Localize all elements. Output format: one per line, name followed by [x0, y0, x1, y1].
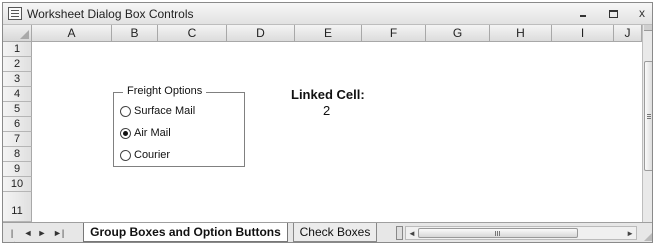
- option-label: Courier: [134, 149, 171, 161]
- first-sheet-icon[interactable]: |◄: [7, 228, 17, 242]
- excel-window: Worksheet Dialog Box Controls x A B C D …: [2, 2, 653, 243]
- column-header-f[interactable]: F: [362, 25, 426, 42]
- vertical-scroll-thumb[interactable]: [644, 61, 652, 171]
- vertical-scrollbar[interactable]: [642, 25, 652, 222]
- close-icon[interactable]: x: [634, 6, 650, 20]
- column-header-a[interactable]: A: [32, 25, 112, 42]
- row-header-4[interactable]: 4: [3, 87, 32, 102]
- column-header-i[interactable]: I: [552, 25, 614, 42]
- row-header-2[interactable]: 2: [3, 57, 32, 72]
- row-header-1[interactable]: 1: [3, 42, 32, 57]
- option-air-mail[interactable]: Air Mail: [120, 126, 171, 140]
- option-label: Air Mail: [134, 127, 171, 139]
- select-all-corner[interactable]: [3, 25, 32, 42]
- column-header-j[interactable]: J: [614, 25, 642, 42]
- row-header-7[interactable]: 7: [3, 132, 32, 147]
- minimize-icon[interactable]: [575, 6, 591, 20]
- prev-sheet-icon[interactable]: ◄: [23, 228, 33, 239]
- tab-check-boxes[interactable]: Check Boxes: [293, 223, 377, 242]
- column-header-d[interactable]: D: [227, 25, 295, 42]
- group-box-caption: Freight Options: [123, 85, 207, 98]
- row-header-6[interactable]: 6: [3, 117, 32, 132]
- option-surface-mail[interactable]: Surface Mail: [120, 104, 195, 118]
- radio-button-icon[interactable]: [120, 149, 131, 161]
- row-header-9[interactable]: 9: [3, 162, 32, 177]
- tab-group-boxes-and-option-buttons[interactable]: Group Boxes and Option Buttons: [83, 223, 288, 242]
- column-header-c[interactable]: C: [158, 25, 227, 42]
- horizontal-scrollbar[interactable]: ◄ ►: [405, 226, 637, 240]
- option-label: Surface Mail: [134, 105, 196, 117]
- sheet-tab-bar: |◄ ◄ ► ►| Group Boxes and Option Buttons…: [3, 222, 652, 242]
- row-header-11[interactable]: 11: [3, 192, 32, 222]
- linked-cell-label[interactable]: Linked Cell:: [291, 87, 365, 102]
- split-handle[interactable]: [644, 25, 652, 31]
- column-header-e[interactable]: E: [295, 25, 362, 42]
- sheet-icon[interactable]: [8, 7, 22, 20]
- row-header-10[interactable]: 10: [3, 177, 32, 192]
- resize-grip-icon[interactable]: [642, 225, 652, 241]
- row-header-8[interactable]: 8: [3, 147, 32, 162]
- last-sheet-icon[interactable]: ►|: [53, 228, 64, 239]
- scroll-right-icon[interactable]: ►: [626, 228, 634, 239]
- row-header-5[interactable]: 5: [3, 102, 32, 117]
- next-sheet-icon[interactable]: ►: [37, 228, 47, 239]
- window-title: Worksheet Dialog Box Controls: [27, 7, 194, 21]
- horizontal-scroll-thumb[interactable]: [418, 228, 578, 238]
- column-header-b[interactable]: B: [112, 25, 158, 42]
- column-header-g[interactable]: G: [426, 25, 490, 42]
- linked-cell-value[interactable]: 2: [323, 103, 330, 118]
- radio-button-icon[interactable]: [120, 105, 131, 117]
- row-header-3[interactable]: 3: [3, 72, 32, 87]
- scroll-left-icon[interactable]: ◄: [408, 228, 416, 239]
- title-bar: Worksheet Dialog Box Controls x: [3, 3, 652, 25]
- column-header-h[interactable]: H: [490, 25, 552, 42]
- tab-split-handle[interactable]: [396, 226, 403, 240]
- maximize-icon[interactable]: [605, 6, 621, 20]
- radio-button-checked-icon[interactable]: [120, 127, 131, 139]
- option-courier[interactable]: Courier: [120, 148, 170, 162]
